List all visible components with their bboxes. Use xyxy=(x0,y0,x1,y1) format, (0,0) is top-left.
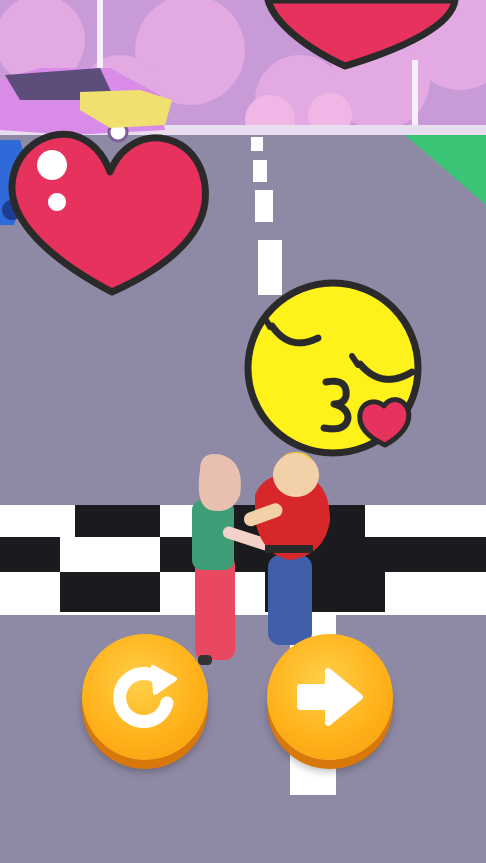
game-screen xyxy=(0,0,486,863)
lamp-post xyxy=(412,60,418,130)
finish-line xyxy=(0,505,486,615)
restart-button[interactable] xyxy=(82,634,208,760)
right-arrow-icon xyxy=(297,668,363,726)
game-scene xyxy=(0,0,486,863)
kissing-face-emoji xyxy=(244,279,422,457)
restart-arrow-icon xyxy=(113,665,177,729)
next-button[interactable] xyxy=(267,634,393,760)
lamp-post xyxy=(97,0,103,72)
